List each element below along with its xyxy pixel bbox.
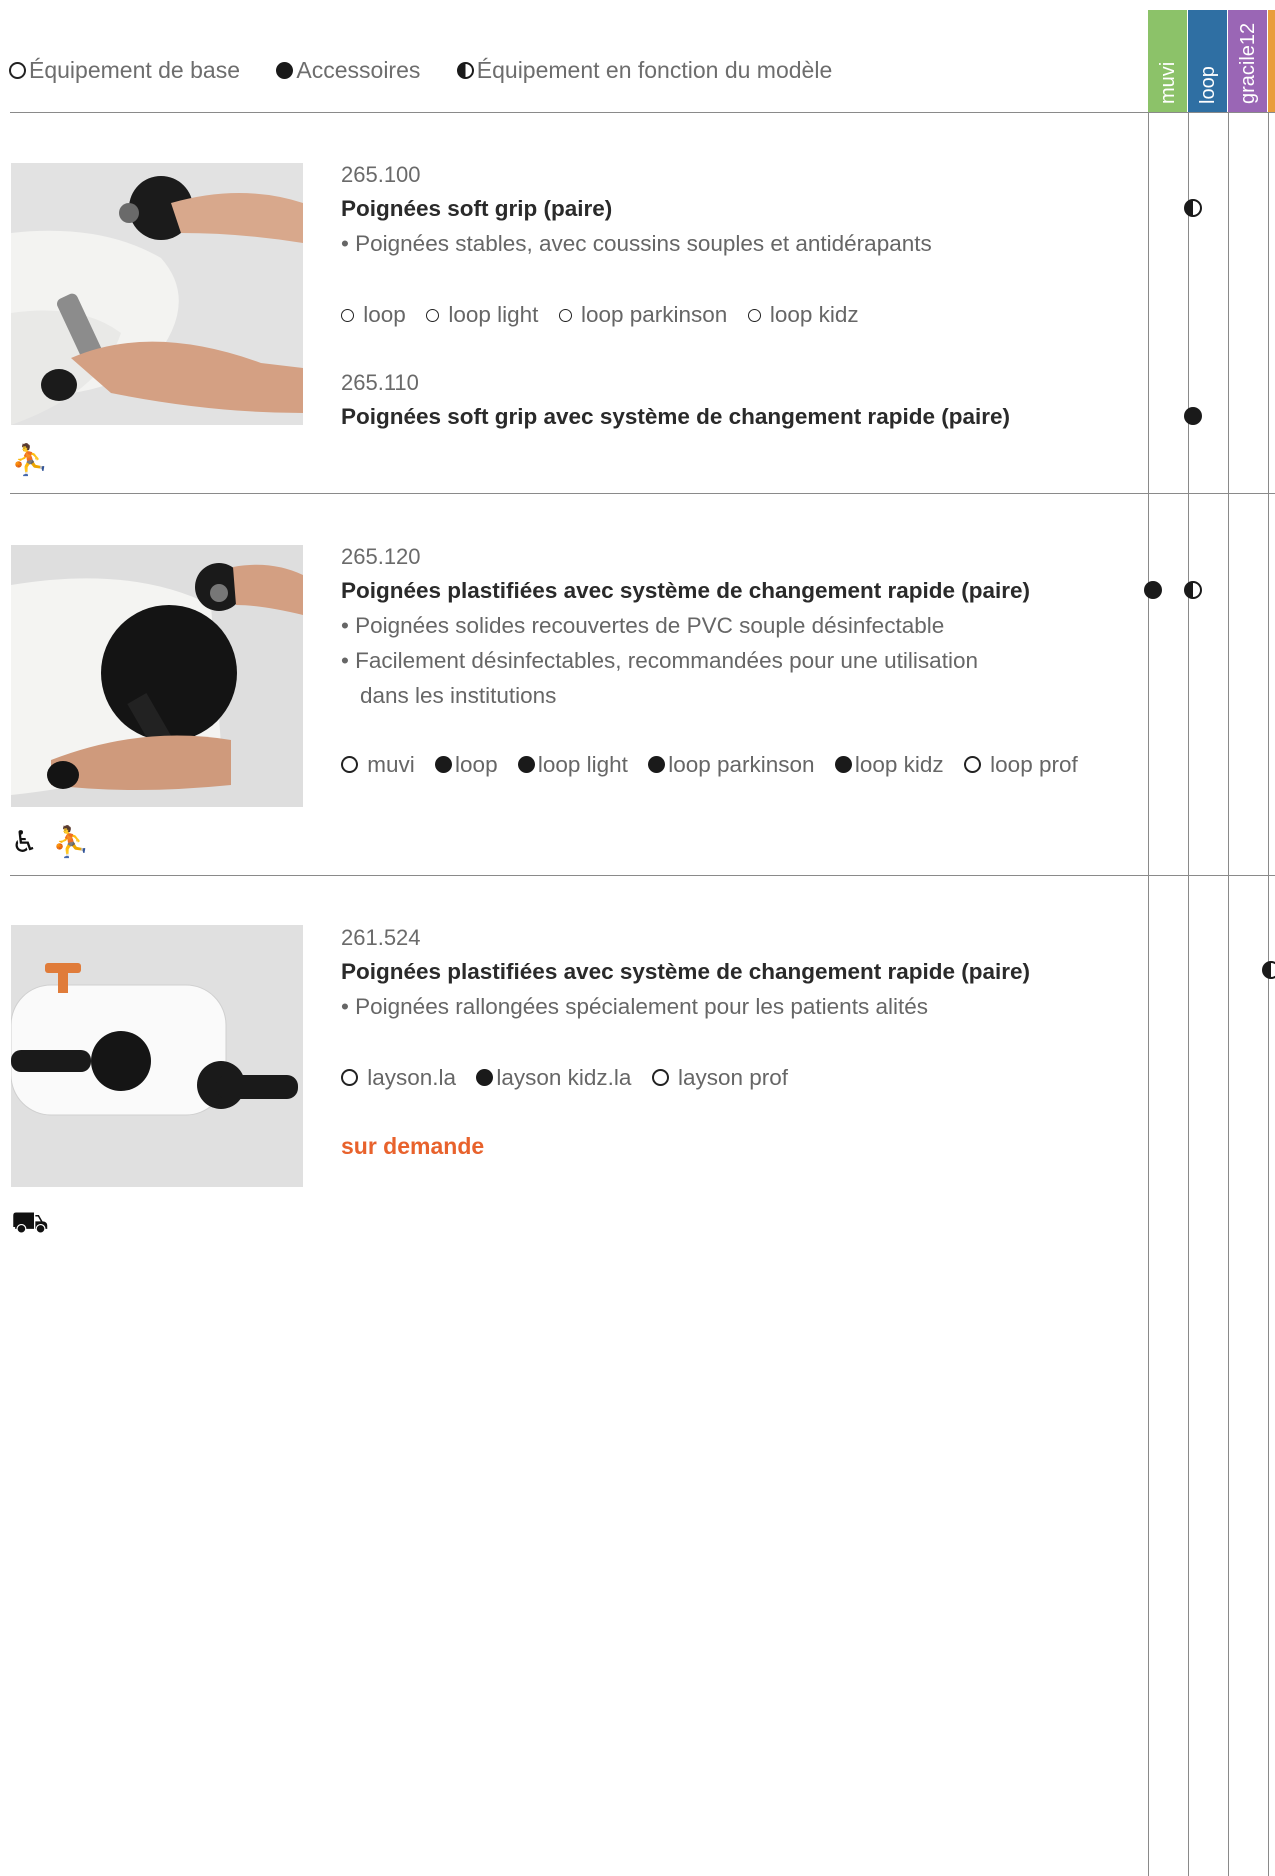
compatible-models: muvi loop loop light loop parkinson loop…	[341, 752, 1092, 778]
filled-circle-icon	[435, 756, 453, 773]
product-photo-soft-grip	[11, 163, 303, 425]
model-item: layson kidz.la	[476, 1065, 631, 1090]
product-title: Poignées soft grip (paire)	[341, 196, 613, 221]
open-circle-icon	[426, 309, 440, 322]
header-divider	[10, 112, 1275, 113]
product-bullet: • Facilement désinfectables, recommandée…	[341, 648, 978, 673]
product-bullet: • Poignées stables, avec coussins souple…	[341, 231, 932, 256]
product-title: Poignées plastifiées avec système de cha…	[341, 959, 1031, 984]
row-divider	[10, 875, 1275, 876]
compatible-models: layson.la layson kidz.la layson prof	[341, 1065, 802, 1091]
product-bullet: • Poignées solides recouvertes de PVC so…	[341, 613, 945, 638]
filled-circle-icon	[276, 62, 294, 79]
open-circle-icon	[651, 1069, 669, 1086]
legend-accessories: Accessoires	[276, 57, 420, 84]
model-item: loop light	[426, 302, 538, 327]
product-photo-extended-grip	[11, 925, 303, 1187]
column-header-gracile12: gracile12	[1228, 10, 1267, 112]
open-circle-icon	[963, 756, 981, 773]
availability-mark-muvi	[1144, 581, 1162, 599]
product-code: 265.100	[341, 162, 421, 187]
legend-model-dependent: Équipement en fonction du modèle	[456, 57, 832, 84]
open-circle-icon	[558, 309, 572, 322]
filled-circle-icon	[476, 1069, 494, 1086]
column-divider	[1148, 112, 1149, 1876]
availability-mark-loop	[1184, 199, 1202, 217]
half-circle-icon	[456, 62, 474, 79]
open-circle-icon	[341, 756, 358, 773]
model-item: loop kidz	[834, 752, 944, 777]
model-item: loop	[435, 752, 498, 777]
model-item: loop parkinson	[648, 752, 815, 777]
column-header-muvi: muvi	[1148, 10, 1187, 112]
column-header-loop: loop	[1188, 10, 1227, 112]
filled-circle-icon	[834, 756, 852, 773]
product-code: 265.120	[341, 544, 421, 569]
column-divider	[1228, 112, 1229, 1876]
column-divider	[1268, 112, 1269, 1876]
model-item: layson.la	[341, 1065, 456, 1090]
compatible-models: loop loop light loop parkinson loop kidz	[341, 302, 873, 328]
product-bullet: • Poignées rallongées spécialement pour …	[341, 994, 928, 1019]
product-bullet: dans les institutions	[360, 683, 557, 708]
product-photo-plastic-grip	[11, 545, 303, 807]
availability-note: sur demande	[341, 1133, 485, 1159]
model-item: loop kidz	[747, 302, 859, 327]
legend-base: Équipement de base	[9, 57, 240, 84]
availability-mark-loop	[1184, 581, 1202, 599]
product-title: Poignées soft grip avec système de chang…	[341, 404, 1010, 429]
model-item: loop light	[517, 752, 628, 777]
model-item: loop prof	[963, 752, 1078, 777]
column-divider	[1188, 112, 1189, 1876]
seated-user-icon: ⛹	[52, 826, 90, 859]
bedridden-user-icon: ⛟	[11, 1206, 49, 1239]
product-code: 265.110	[341, 370, 419, 395]
model-item: loop	[341, 302, 406, 327]
model-item: muvi	[341, 752, 415, 777]
open-circle-icon	[341, 1069, 358, 1086]
availability-mark-loop	[1184, 407, 1202, 425]
open-circle-icon	[9, 62, 26, 79]
model-item: layson prof	[651, 1065, 788, 1090]
seated-user-icon: ⛹	[11, 444, 49, 477]
product-code: 261.524	[341, 925, 421, 950]
filled-circle-icon	[517, 756, 535, 773]
availability-mark-layson	[1262, 961, 1275, 979]
model-item: loop parkinson	[558, 302, 727, 327]
wheelchair-user-icon: ♿	[11, 826, 38, 859]
open-circle-icon	[341, 309, 354, 322]
legend: Équipement de base Accessoires Équipemen…	[9, 57, 862, 84]
column-header-layson: layson	[1268, 10, 1275, 112]
row-divider	[10, 493, 1275, 494]
filled-circle-icon	[648, 756, 666, 773]
product-title: Poignées plastifiées avec système de cha…	[341, 578, 1031, 603]
open-circle-icon	[747, 309, 761, 322]
